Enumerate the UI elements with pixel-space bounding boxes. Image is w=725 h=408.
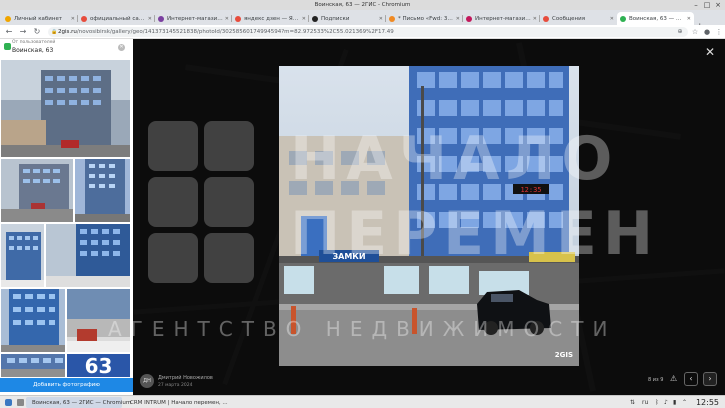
tab-yandex-zen[interactable]: яндекс дзен — Яндекс ✕ <box>232 12 309 25</box>
tab-label: Подписки <box>321 15 350 22</box>
tab-lichny-kabinet[interactable]: Личный кабинет ✕ <box>2 12 78 25</box>
tab-close-icon[interactable]: ✕ <box>610 16 614 22</box>
close-gallery-icon[interactable]: ✕ <box>118 44 125 51</box>
house-number-sign: 63 <box>84 353 113 378</box>
tab-2gis-active[interactable]: Воинская, 63 — 2ГИС ✕ <box>617 12 694 25</box>
gallery-thumbnail-house-number[interactable]: 63 <box>66 353 131 378</box>
photo-gallery-sidebar: От пользователей Воинская, 63 ✕ 63 Добав… <box>0 39 133 395</box>
bookmark-star-icon[interactable]: ☆ <box>690 27 700 37</box>
gallery-caption: От пользователей <box>12 40 56 45</box>
2gis-logo-icon <box>4 43 11 50</box>
author-avatar[interactable]: ДН <box>140 374 154 388</box>
battery-icon[interactable]: ▮ <box>673 398 676 407</box>
tab-close-icon[interactable]: ✕ <box>533 16 537 22</box>
tab-close-icon[interactable]: ✕ <box>225 16 229 22</box>
tab-internet-shop[interactable]: Интернет-магазин Ил ✕ <box>155 12 232 25</box>
tab-favicon-icon <box>158 15 164 22</box>
tab-close-icon[interactable]: ✕ <box>71 16 75 22</box>
maximize-icon[interactable]: □ <box>703 1 711 9</box>
tab-label: Личный кабинет <box>14 15 63 22</box>
photo-date: 27 марта 2024 <box>158 383 193 388</box>
tab-mail-letter[interactable]: * Письмо «Fwd: 393.2 ✕ <box>386 12 463 25</box>
tab-label: Сообщения <box>552 15 586 22</box>
reload-icon[interactable]: ↻ <box>32 27 42 37</box>
tab-close-icon[interactable]: ✕ <box>148 16 152 22</box>
window-titlebar: Воинская, 63 — 2ГИС - Chromium – □ × <box>0 0 725 10</box>
tab-label: * Письмо «Fwd: 393.2 <box>398 15 454 22</box>
gallery-thumbnail[interactable] <box>0 158 74 223</box>
system-clock[interactable]: 12:55 <box>696 397 719 408</box>
minimize-icon[interactable]: – <box>692 1 700 9</box>
taskbar-item-chromium[interactable]: Воинская, 63 — 2ГИС — Chromium <box>26 397 131 408</box>
gallery-title: Воинская, 63 <box>12 47 54 54</box>
back-icon[interactable]: ← <box>4 27 14 37</box>
network-icon[interactable]: ⇅ <box>630 398 635 407</box>
tab-close-icon[interactable]: ✕ <box>456 16 460 22</box>
keyboard-layout[interactable]: ru <box>642 398 648 407</box>
tab-label: яндекс дзен — Яндекс <box>244 15 300 22</box>
menu-kebab-icon[interactable]: ⋮ <box>714 27 724 37</box>
url-host: 2gis.ru <box>58 29 77 35</box>
window-title: Воинская, 63 — 2ГИС - Chromium <box>314 2 411 8</box>
report-warning-icon[interactable]: ⚠ <box>670 374 677 383</box>
gallery-thumbnail[interactable] <box>66 288 131 353</box>
author-name[interactable]: Дмитрий Новожилов <box>158 375 213 381</box>
tab-favicon-icon <box>312 15 318 22</box>
tray-expand-icon[interactable]: ⌃ <box>682 398 687 407</box>
shop-sign-text: ЗАМКИ <box>332 252 365 261</box>
close-window-icon[interactable]: × <box>714 1 722 9</box>
tab-messages[interactable]: Сообщения ✕ <box>540 12 617 25</box>
tab-favicon-icon <box>543 15 549 22</box>
tab-favicon-icon <box>5 15 11 22</box>
page-content: От пользователей Воинская, 63 ✕ 63 Добав… <box>0 39 725 395</box>
tab-shop-ob[interactable]: Интернет-магазин об ✕ <box>463 12 540 25</box>
tab-label: Интернет-магазин Ил <box>167 15 223 22</box>
gallery-thumbnail[interactable] <box>0 288 66 353</box>
forward-icon[interactable]: → <box>18 27 28 37</box>
chevron-left-icon: ‹ <box>689 374 693 383</box>
taskbar-item-label: Воинская, 63 — 2ГИС — Chromium <box>32 399 132 406</box>
browser-toolbar: ← → ↻ 🔒 2gis.ru/novosibirsk/gallery/geo/1… <box>0 25 725 39</box>
volume-icon[interactable]: ♪ <box>664 398 668 407</box>
tab-favicon-icon <box>466 15 472 22</box>
gallery-thumbnail[interactable] <box>74 158 131 223</box>
url-path: /novosibirsk/gallery/geo/141373145521838… <box>76 29 394 35</box>
led-display-text: 12:35 <box>520 186 541 194</box>
add-photo-button[interactable]: Добавить фотографию <box>0 378 133 392</box>
tab-strip: Личный кабинет ✕ официальный сайт ин ✕ И… <box>0 10 725 32</box>
tab-official-site[interactable]: официальный сайт ин ✕ <box>78 12 155 25</box>
tab-label: Воинская, 63 — 2ГИС <box>629 15 685 22</box>
gallery-thumbnail[interactable] <box>45 223 131 288</box>
gallery-thumbnail[interactable] <box>0 59 131 158</box>
tab-label: официальный сайт ин <box>90 15 146 22</box>
chevron-right-icon: › <box>708 374 712 383</box>
profile-icon[interactable]: ● <box>702 27 712 37</box>
close-viewer-icon[interactable]: ✕ <box>705 46 715 58</box>
tab-favicon-icon <box>620 15 626 22</box>
2gis-watermark: 2GIS <box>554 351 573 359</box>
photo-counter: 8 из 9 <box>648 377 664 383</box>
share-icon[interactable]: ⊕ <box>675 27 685 37</box>
gallery-thumbnail[interactable] <box>0 353 66 378</box>
next-photo-button[interactable]: › <box>703 372 717 386</box>
tab-close-icon[interactable]: ✕ <box>302 16 306 22</box>
address-bar[interactable]: 🔒 2gis.ru/novosibirsk/gallery/geo/1413731… <box>48 27 688 37</box>
tab-favicon-icon <box>81 15 87 22</box>
tab-close-icon[interactable]: ✕ <box>687 16 691 22</box>
gallery-thumbnail[interactable] <box>0 223 45 288</box>
previous-photo-button[interactable]: ‹ <box>684 372 698 386</box>
os-taskbar: Воинская, 63 — 2ГИС — Chromium CRM INTRU… <box>0 395 725 408</box>
taskbar-item-label: CRM INTRUM | Начало перемен, ... <box>130 399 228 406</box>
main-photo[interactable]: ЗАМКИ 12:35 2GIS <box>279 66 579 366</box>
tab-close-icon[interactable]: ✕ <box>379 16 383 22</box>
tab-favicon-icon <box>235 15 241 22</box>
bluetooth-icon[interactable]: ᛒ <box>655 398 659 407</box>
tab-subscriptions[interactable]: Подписки ✕ <box>309 12 386 25</box>
gallery-header: От пользователей Воинская, 63 ✕ <box>2 39 128 59</box>
lock-icon: 🔒 <box>51 29 58 35</box>
tab-label: Интернет-магазин об <box>475 15 531 22</box>
tab-favicon-icon <box>389 15 395 22</box>
taskbar-item-crm[interactable]: CRM INTRUM | Начало перемен, ... <box>124 397 228 408</box>
